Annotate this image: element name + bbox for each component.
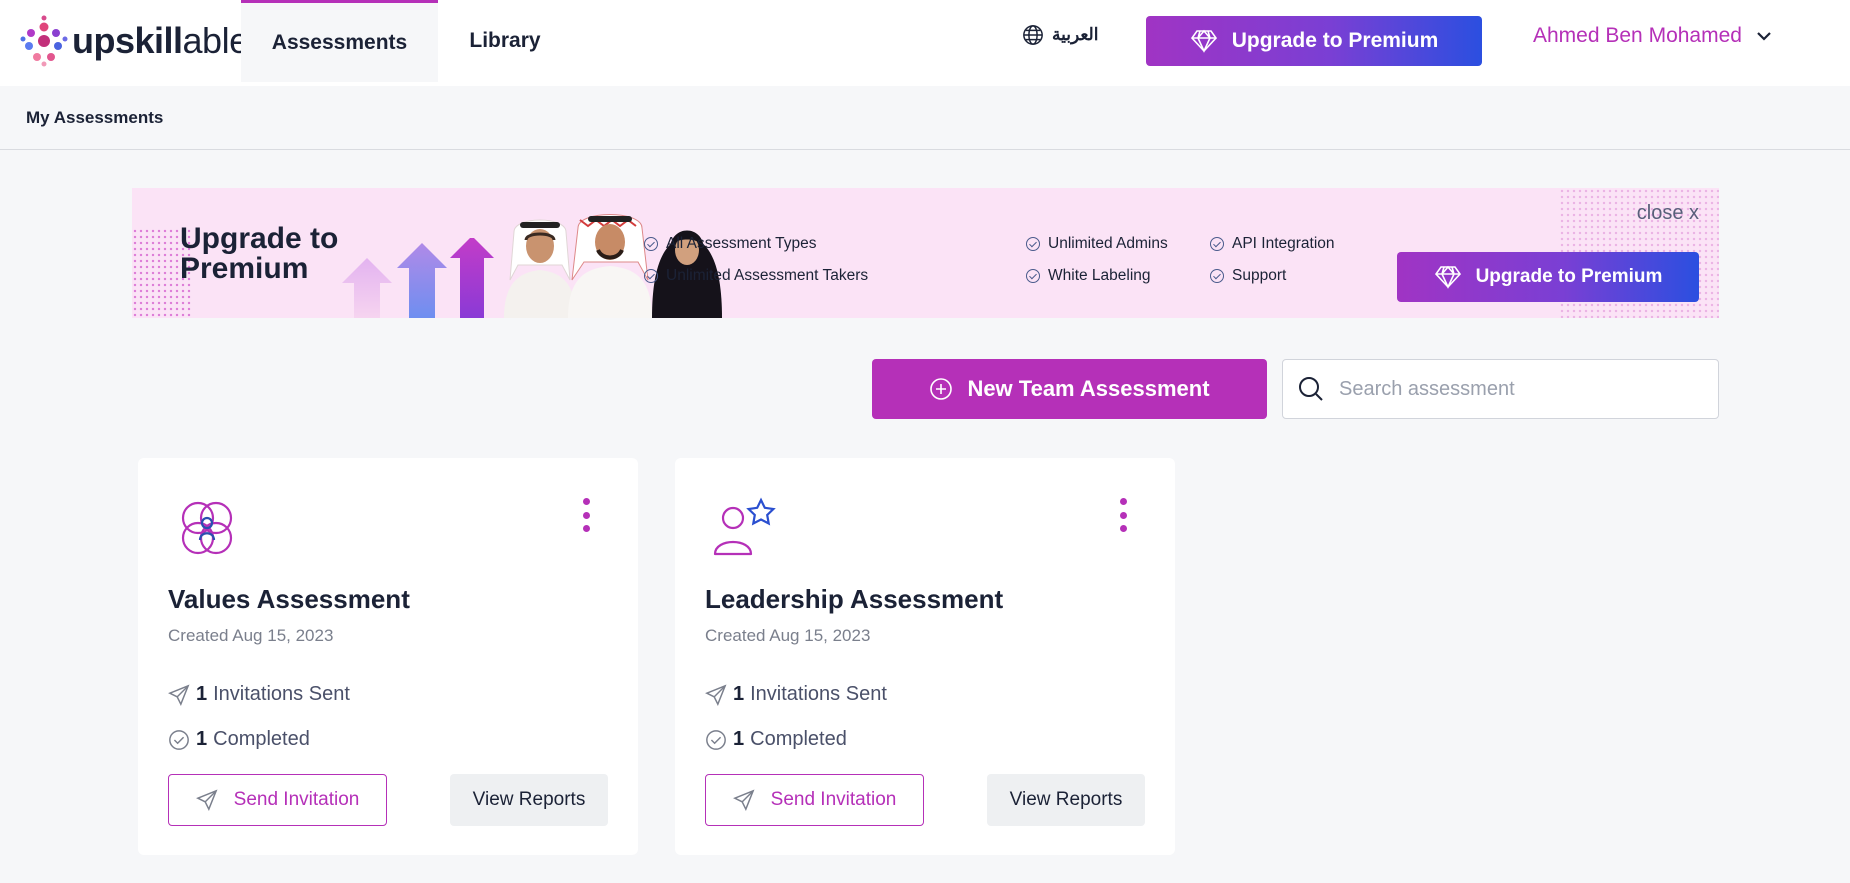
feature-label: Support (1232, 267, 1287, 284)
feature-item: All Assessment Types (644, 228, 868, 260)
paper-plane-icon (705, 684, 727, 706)
new-team-assessment-button[interactable]: New Team Assessment (872, 359, 1267, 419)
feature-label: All Assessment Types (666, 235, 817, 252)
view-reports-label: View Reports (472, 789, 586, 810)
card-created-date: Created Aug 15, 2023 (168, 626, 334, 645)
chevron-down-icon (1757, 32, 1771, 41)
feature-item: White Labeling (1026, 260, 1168, 292)
check-circle-icon (706, 729, 726, 750)
feature-label: API Integration (1232, 235, 1335, 252)
banner-close-button[interactable]: close x (1637, 202, 1699, 225)
kebab-dot (1119, 525, 1127, 532)
view-reports-button[interactable]: View Reports (450, 774, 608, 826)
tab-assessments-label: Assessments (271, 30, 408, 54)
send-invitation-label: Send Invitation (233, 789, 360, 810)
user-name: Ahmed Ben Mohamed (1533, 24, 1742, 47)
user-menu[interactable]: Ahmed Ben Mohamed (1533, 24, 1772, 48)
tab-library-label: Library (469, 29, 541, 52)
invitations-count: 1 (196, 683, 208, 705)
paper-plane-icon (195, 789, 218, 811)
view-reports-button[interactable]: View Reports (987, 774, 1145, 826)
search-box (1282, 359, 1719, 419)
person-star-icon (713, 497, 776, 556)
new-team-assessment-label: New Team Assessment (967, 376, 1210, 401)
banner-upgrade-button[interactable]: Upgrade to Premium (1397, 252, 1699, 302)
upgrade-banner: Upgrade to Premium All Assessment Types … (132, 188, 1719, 318)
logo-wordmark-able: able (182, 20, 250, 61)
kebab-dot (582, 511, 590, 519)
card-title: Values Assessment (168, 584, 410, 614)
completed-label: Completed (750, 728, 847, 750)
completed-count: 1 (196, 728, 208, 750)
tab-assessments[interactable]: Assessments (241, 0, 438, 82)
diamond-icon (1190, 29, 1217, 53)
values-rings-icon (181, 501, 233, 555)
feature-label: Unlimited Admins (1048, 235, 1168, 252)
send-invitation-button[interactable]: Send Invitation (168, 774, 387, 826)
card-menu-button[interactable] (578, 498, 594, 532)
search-icon (1299, 377, 1323, 401)
invitations-sent-stat: 1 Invitations Sent (168, 683, 350, 706)
card-title: Leadership Assessment (705, 584, 1004, 614)
card-created-date: Created Aug 15, 2023 (705, 626, 871, 645)
breadcrumb: My Assessments (26, 108, 164, 127)
breadcrumb-bar: My Assessments (0, 86, 1850, 150)
paper-plane-icon (732, 789, 755, 811)
check-circle-icon (644, 269, 658, 283)
upskillable-logo[interactable]: upskillable (18, 14, 249, 68)
feature-label: White Labeling (1048, 267, 1151, 284)
assessment-card-leadership: Leadership Assessment Created Aug 15, 20… (675, 458, 1175, 855)
check-circle-icon (644, 237, 658, 251)
feature-item: Support (1210, 260, 1335, 292)
diamond-icon (1434, 265, 1461, 289)
logo-wordmark: upskillable (72, 20, 249, 62)
check-circle-icon (1210, 237, 1224, 251)
search-input[interactable] (1339, 377, 1699, 401)
completed-stat: 1 Completed (168, 728, 310, 751)
kebab-dot (1119, 511, 1127, 519)
feature-item: Unlimited Admins (1026, 228, 1168, 260)
features-column-1: All Assessment Types Unlimited Assessmen… (644, 228, 868, 292)
completed-label: Completed (213, 728, 310, 750)
invitations-count: 1 (733, 683, 745, 705)
tab-library[interactable]: Library (440, 0, 570, 82)
logo-wordmark-up: upskill (72, 20, 183, 61)
completed-stat: 1 Completed (705, 728, 847, 751)
check-circle-icon (1026, 237, 1040, 251)
header-upgrade-button[interactable]: Upgrade to Premium (1146, 16, 1482, 66)
invitations-sent-stat: 1 Invitations Sent (705, 683, 887, 706)
feature-label: Unlimited Assessment Takers (666, 267, 869, 284)
check-circle-icon (169, 729, 189, 750)
paper-plane-icon (168, 684, 190, 706)
check-circle-icon (1210, 269, 1224, 283)
plus-circle-icon (930, 378, 953, 400)
assessment-card-values: Values Assessment Created Aug 15, 2023 1… (138, 458, 638, 855)
header-upgrade-label: Upgrade to Premium (1231, 29, 1439, 52)
logo-mark-icon (20, 15, 68, 67)
features-column-3: API Integration Support (1210, 228, 1335, 292)
top-navigation: upskillable Assessments Library العربية … (0, 0, 1850, 86)
language-label: العربية (1052, 25, 1099, 44)
kebab-dot (582, 498, 590, 505)
check-circle-icon (1026, 269, 1040, 283)
feature-item: Unlimited Assessment Takers (644, 260, 868, 292)
view-reports-label: View Reports (1009, 789, 1123, 810)
growth-arrows-illustration (342, 238, 494, 318)
kebab-dot (1119, 498, 1127, 505)
globe-icon (1023, 25, 1043, 45)
feature-item: API Integration (1210, 228, 1335, 260)
send-invitation-label: Send Invitation (770, 789, 897, 810)
invitations-label: Invitations Sent (213, 683, 350, 705)
kebab-dot (582, 525, 590, 532)
completed-count: 1 (733, 728, 745, 750)
card-menu-button[interactable] (1115, 498, 1131, 532)
language-switcher[interactable]: العربية (1022, 24, 1098, 46)
features-column-2: Unlimited Admins White Labeling (1026, 228, 1168, 292)
send-invitation-button[interactable]: Send Invitation (705, 774, 924, 826)
invitations-label: Invitations Sent (750, 683, 887, 705)
banner-upgrade-label: Upgrade to Premium (1475, 266, 1663, 287)
